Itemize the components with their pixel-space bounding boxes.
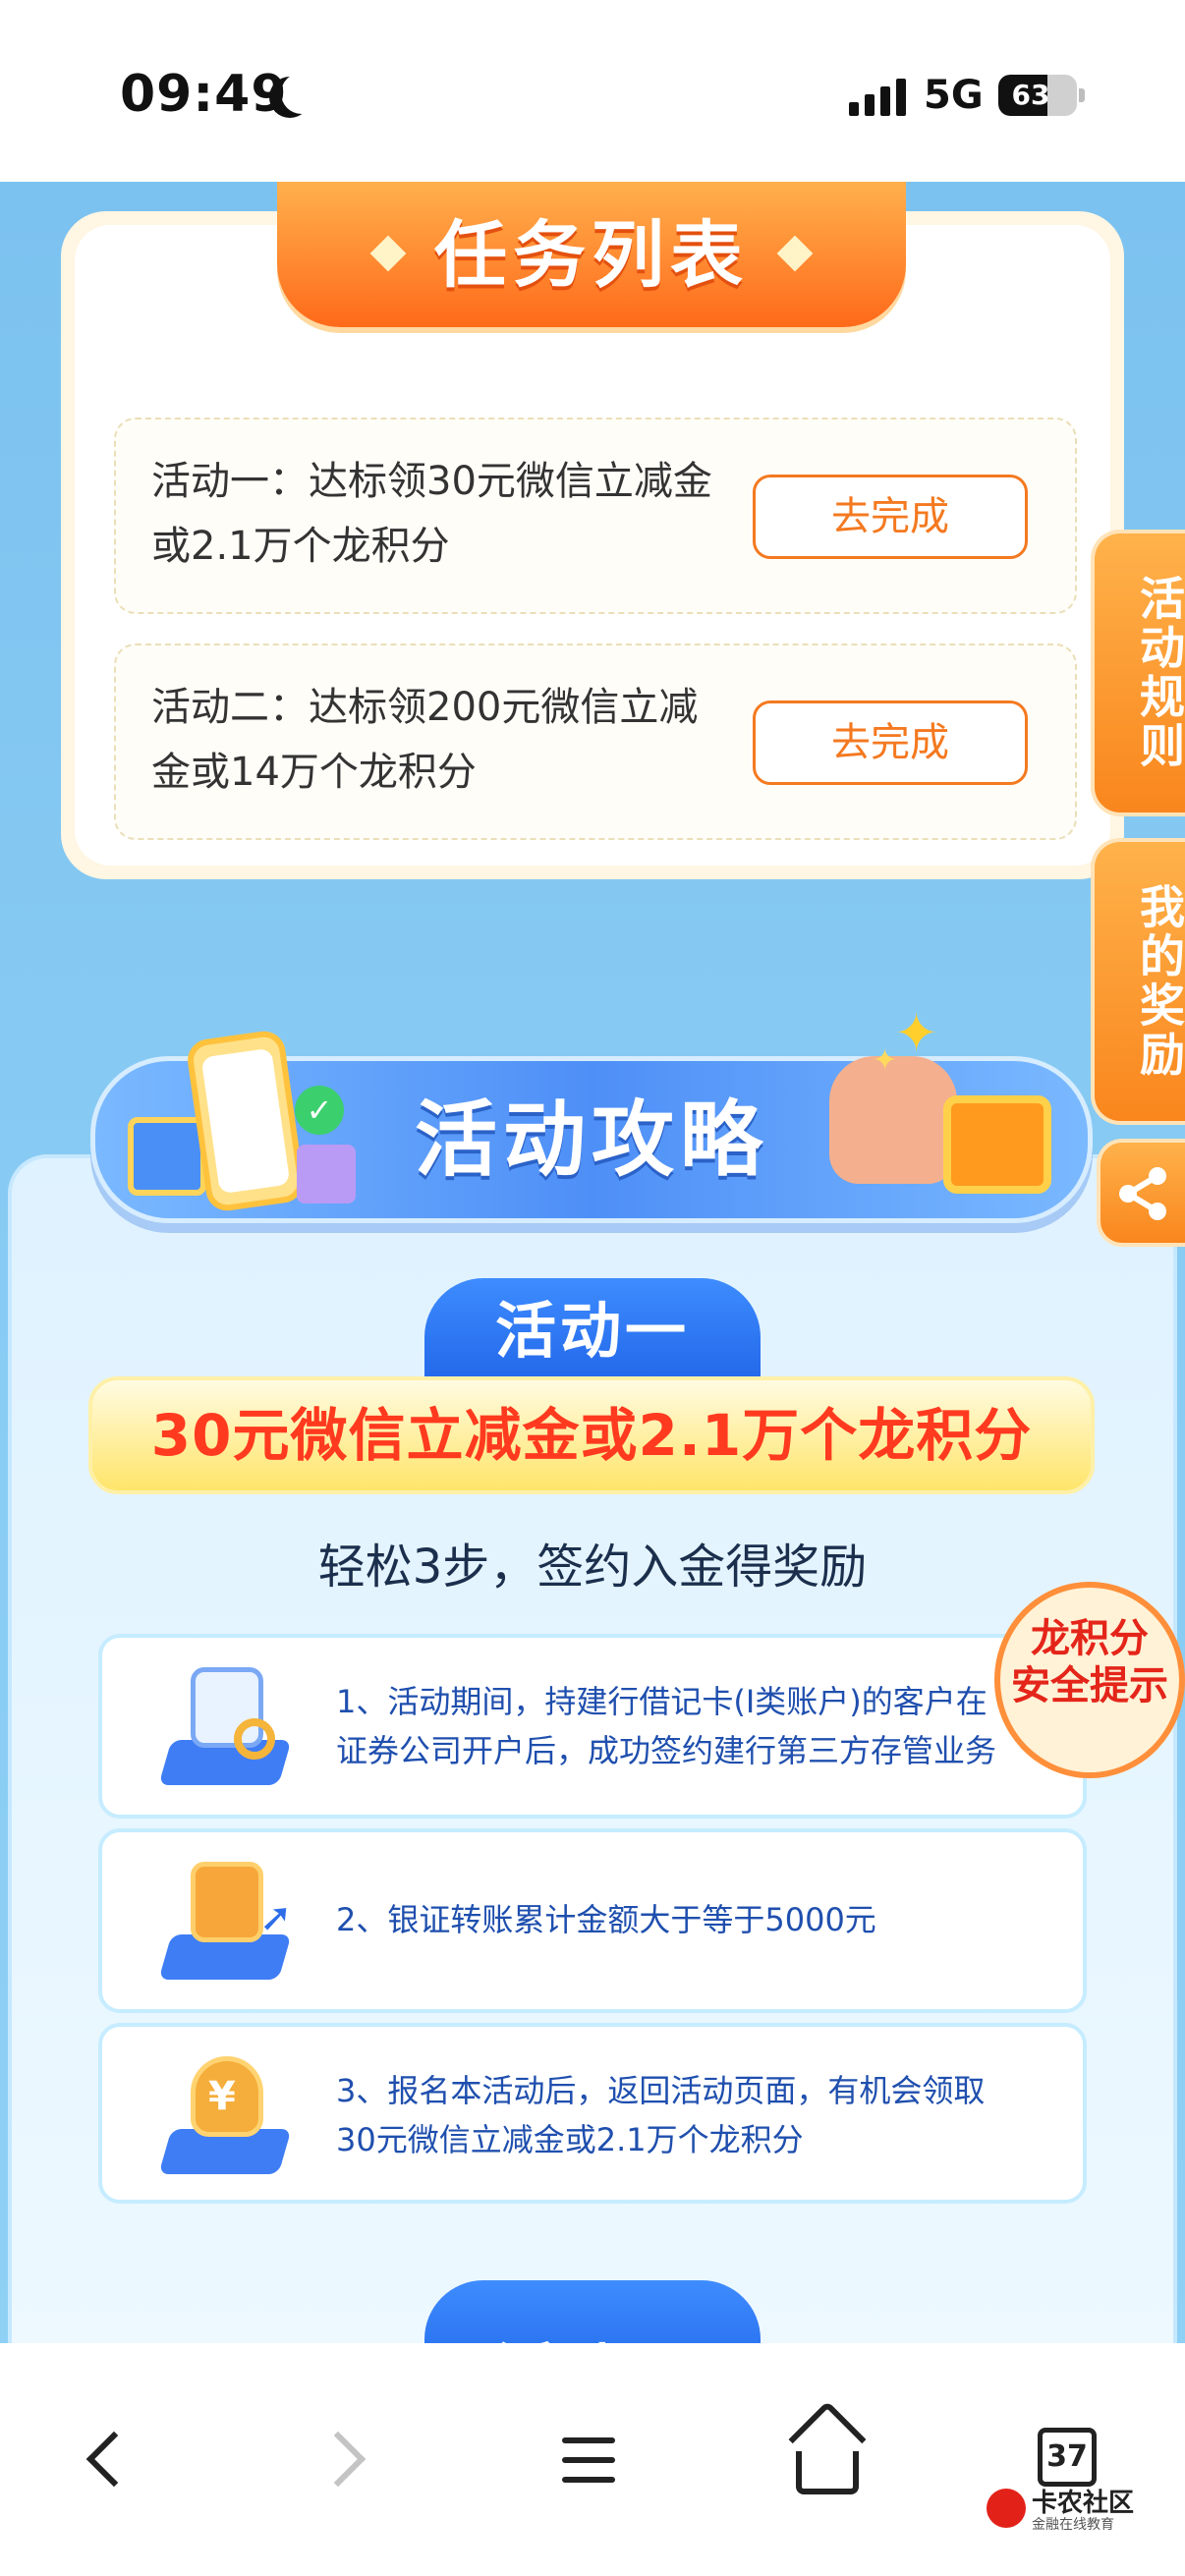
menu-icon-line — [562, 2457, 615, 2463]
battery-level: 63 — [1011, 79, 1050, 111]
task-description: 活动一：达标领30元微信立减金或2.1万个龙积分 — [151, 459, 712, 569]
network-label: 5G — [924, 73, 984, 118]
safety-badge-line2: 安全提示 — [1011, 1663, 1168, 1708]
headline-text: 30元微信立减金或2.1万个龙积分 — [150, 1402, 1033, 1469]
browser-bottom-bar: 37 卡农社区 金融在线教育 — [0, 2343, 1185, 2576]
share-icon — [1119, 1167, 1166, 1220]
signal-icon — [849, 77, 906, 116]
watermark: 卡农社区 金融在线教育 — [987, 2483, 1183, 2542]
sparkle-icon: ✦ — [873, 1043, 898, 1078]
activity-two-label: 活动二 — [424, 2280, 761, 2343]
home-button[interactable] — [780, 2400, 878, 2510]
task-row: 活动一：达标领30元微信立减金或2.1万个龙积分 去完成 — [114, 418, 1077, 614]
activity-headline: 30元微信立减金或2.1万个龙积分 — [88, 1376, 1095, 1494]
my-rewards-tab[interactable]: 我的奖励 — [1091, 838, 1185, 1125]
step-card: ➚ 2、银证转账累计金额大于等于5000元 — [98, 1828, 1087, 2013]
back-button[interactable] — [61, 2412, 159, 2510]
activity-rules-tab[interactable]: 活动规则 — [1091, 530, 1185, 816]
safety-tip-badge[interactable]: 龙积分 安全提示 — [994, 1582, 1185, 1778]
step-text: 2、银证转账累计金额大于等于5000元 — [336, 1901, 876, 1938]
status-bar: 09:49 5G 63 — [0, 0, 1185, 182]
step-text: 1、活动期间，持建行借记卡(I类账户)的客户在证券公司开户后，成功签约建行第三方… — [336, 1683, 997, 1769]
activity-one-text: 活动一 — [494, 1295, 690, 1367]
sparkle-icon: ✦ — [894, 1002, 939, 1064]
battery-cap — [1079, 88, 1085, 102]
menu-button[interactable] — [542, 2412, 641, 2510]
watermark-logo-icon — [987, 2489, 1026, 2528]
task-description: 活动二：达标领200元微信立减金或14万个龙积分 — [151, 685, 699, 795]
tabs-count: 37 — [1038, 2428, 1097, 2487]
back-arrow-icon — [85, 2431, 142, 2488]
task-list-card: 活动一：达标领30元微信立减金或2.1万个龙积分 去完成 活动二：达标领200元… — [61, 182, 1124, 879]
calculator-chart-icon: ➚ — [157, 1862, 293, 1980]
activity-two-text: 活动二 — [424, 2320, 761, 2343]
step-card: ¥ 3、报名本活动后，返回活动页面，有机会领取30元微信立减金或2.1万个龙积分 — [98, 2023, 1087, 2204]
task-row: 活动二：达标领200元微信立减金或14万个龙积分 去完成 — [114, 644, 1077, 840]
step-text: 3、报名本活动后，返回活动页面，有机会领取30元微信立减金或2.1万个龙积分 — [336, 2072, 986, 2158]
check-icon: ✓ — [295, 1086, 344, 1135]
money-bag-icon: ¥ — [157, 2056, 293, 2174]
forward-button[interactable] — [301, 2412, 399, 2510]
gift-box-icon — [297, 1145, 356, 1204]
menu-icon — [562, 2437, 615, 2443]
battery-icon: 63 — [998, 75, 1077, 116]
home-icon-body — [796, 2451, 859, 2494]
watermark-subtitle: 金融在线教育 — [1032, 2517, 1114, 2533]
task-list-title-tab: 任务列表 — [277, 182, 906, 327]
gift-box-icon — [943, 1095, 1051, 1194]
share-button[interactable] — [1097, 1139, 1185, 1247]
forward-arrow-icon — [310, 2431, 367, 2488]
go-complete-button[interactable]: 去完成 — [753, 475, 1028, 559]
menu-icon-line — [562, 2477, 615, 2483]
activity-page[interactable]: 活动一：达标领30元微信立减金或2.1万个龙积分 去完成 活动二：达标领200元… — [0, 182, 1185, 2343]
step-card: 1、活动期间，持建行借记卡(I类账户)的客户在证券公司开户后，成功签约建行第三方… — [98, 1634, 1087, 1819]
moon-icon — [281, 73, 322, 114]
gift-box-icon — [128, 1117, 206, 1196]
activity-subtitle: 轻松3步，签约入金得奖励 — [317, 1540, 868, 1595]
status-time: 09:49 — [120, 65, 288, 124]
go-complete-button[interactable]: 去完成 — [753, 700, 1028, 785]
safety-badge-line1: 龙积分 — [1031, 1616, 1149, 1661]
document-search-icon — [157, 1667, 293, 1785]
